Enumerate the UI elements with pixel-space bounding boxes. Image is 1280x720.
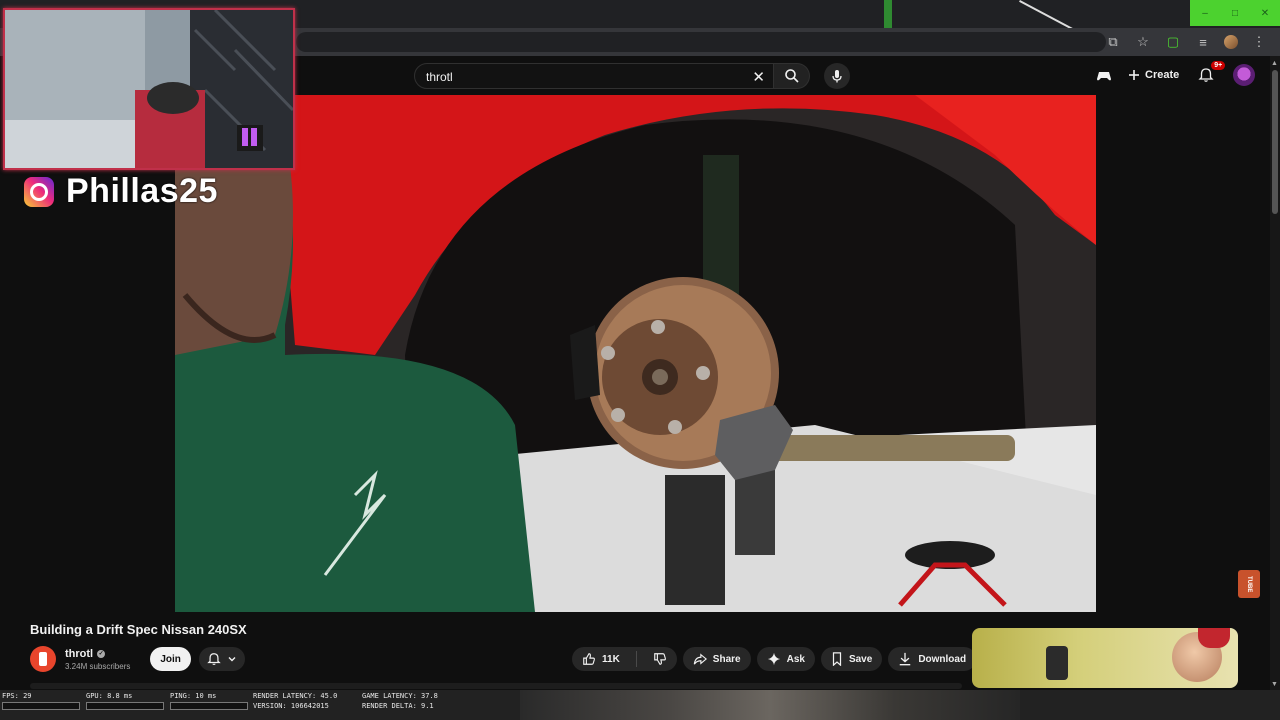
clear-search-icon[interactable]: ✕ (752, 68, 765, 86)
game-latency-label: GAME LATENCY: 37.8 (362, 692, 438, 700)
save-button[interactable]: Save (820, 647, 883, 671)
recommended-thumbnail-hat (1198, 628, 1230, 648)
render-stats: RENDER LATENCY: 45.0 VERSION: 106642015 (253, 691, 337, 711)
tab-highlight (884, 0, 892, 28)
render-delta-label: RENDER DELTA: 9.1 (362, 702, 434, 710)
search-query: throtl (426, 70, 453, 84)
search-icon (784, 69, 799, 83)
bookmark-icon (832, 652, 842, 666)
download-icon (900, 652, 911, 666)
plus-icon (1129, 70, 1139, 80)
game-stats: GAME LATENCY: 37.8 RENDER DELTA: 9.1 (362, 691, 438, 711)
subscription-bell-button[interactable] (198, 647, 245, 671)
like-dislike-group: 11K (572, 647, 677, 671)
ping-stat: PING: 10 ms (170, 691, 248, 710)
gamepad-icon[interactable] (1096, 67, 1112, 83)
profile-avatar[interactable] (1224, 35, 1238, 49)
chevron-down-icon (228, 657, 236, 662)
sparkle-icon (767, 652, 780, 666)
thumbs-down-icon (653, 653, 666, 665)
notifications-button[interactable]: 9+ (1195, 61, 1226, 86)
scroll-up-icon[interactable]: ▲ (1271, 60, 1278, 67)
create-label: Create (1145, 69, 1180, 81)
thumbs-up-icon (583, 653, 595, 665)
save-label: Save (848, 653, 873, 665)
star-icon[interactable]: ☆ (1134, 33, 1152, 51)
video-player[interactable] (175, 95, 1096, 612)
dislike-button[interactable] (643, 647, 677, 671)
header-right-controls: Create 9+ (1096, 61, 1256, 86)
verified-icon: ✓ (97, 649, 106, 658)
video-title: Building a Drift Spec Nissan 240SX (30, 622, 247, 637)
render-latency-label: RENDER LATENCY: 45.0 (253, 692, 338, 700)
fps-stat: FPS: 29 (2, 691, 80, 710)
channel-name-row[interactable]: throtl ✓ (65, 648, 130, 660)
game-capture-strip (520, 690, 1020, 720)
ask-label: Ask (786, 653, 805, 665)
download-button[interactable]: Download (888, 647, 977, 671)
browser-toolbar-icons: ⧉ ☆ ▢ ≡ ⋮ (1104, 33, 1268, 51)
share-button[interactable]: Share (682, 647, 751, 671)
scrollbar-thumb[interactable] (1272, 70, 1278, 214)
download-label: Download (918, 653, 967, 665)
create-button[interactable]: Create (1122, 65, 1185, 85)
recommended-thumbnail-phone (1046, 646, 1068, 680)
version-label: VERSION: 106642015 (253, 702, 329, 710)
url-input[interactable] (296, 32, 1106, 52)
playlist-icon[interactable]: ≡ (1194, 33, 1212, 51)
voice-search-button[interactable] (824, 63, 850, 89)
window-controls: – □ ✕ (1190, 0, 1280, 26)
fps-label: FPS: 29 (2, 692, 32, 700)
scroll-down-icon[interactable]: ▼ (1271, 681, 1278, 688)
channel-avatar[interactable] (30, 646, 56, 672)
extension-icon[interactable]: ▢ (1164, 33, 1182, 51)
ping-bar (170, 702, 248, 710)
maximize-button[interactable]: □ (1220, 0, 1250, 26)
video-frame-image (175, 95, 1096, 612)
like-divider (635, 651, 637, 667)
cast-icon[interactable]: ⧉ (1104, 33, 1122, 51)
like-button[interactable]: 11K (572, 647, 630, 671)
instagram-icon (24, 176, 54, 207)
streamer-webcam (3, 8, 295, 170)
page-scrollbar[interactable]: ▲ ▼ (1270, 56, 1280, 690)
video-actions: 11K Share Ask Save Download (572, 647, 1007, 671)
subscriber-count: 3.24M subscribers (65, 661, 131, 671)
channel-watermark[interactable]: TUBE (1238, 570, 1260, 598)
bell-icon (207, 653, 221, 665)
minimize-button[interactable]: – (1190, 0, 1220, 26)
share-icon (693, 653, 707, 665)
gpu-bar (86, 702, 164, 710)
close-window-button[interactable]: ✕ (1250, 0, 1280, 26)
search-button[interactable] (774, 63, 810, 89)
like-count: 11K (602, 653, 620, 665)
kebab-icon[interactable]: ⋮ (1250, 33, 1268, 51)
fps-bar (2, 702, 80, 710)
ask-button[interactable]: Ask (756, 647, 815, 671)
webcam-feed (5, 10, 293, 168)
performance-overlay: FPS: 29 GPU: 8.8 ms PING: 10 ms RENDER L… (0, 690, 1280, 720)
channel-info: throtl ✓ 3.24M subscribers (65, 648, 130, 671)
channel-owner-row: throtl ✓ 3.24M subscribers Join (30, 646, 245, 672)
recommended-video-card[interactable] (972, 628, 1238, 688)
channel-name[interactable]: throtl (65, 648, 93, 660)
description-box[interactable] (30, 683, 962, 689)
search-input[interactable]: throtl ✕ (414, 63, 774, 89)
microphone-icon (832, 70, 842, 83)
gpu-label: GPU: 8.8 ms (86, 692, 133, 700)
instagram-handle: Phillas25 (66, 172, 218, 210)
gpu-stat: GPU: 8.8 ms (86, 691, 164, 710)
instagram-overlay: Phillas25 (24, 172, 218, 211)
tab-divider (1019, 0, 1073, 30)
ping-label: PING: 10 ms (170, 692, 217, 700)
notification-badge: 9+ (1211, 61, 1226, 70)
join-button[interactable]: Join (150, 647, 191, 671)
share-label: Share (712, 653, 741, 665)
account-avatar[interactable] (1233, 64, 1256, 86)
bell-icon (1198, 68, 1214, 82)
